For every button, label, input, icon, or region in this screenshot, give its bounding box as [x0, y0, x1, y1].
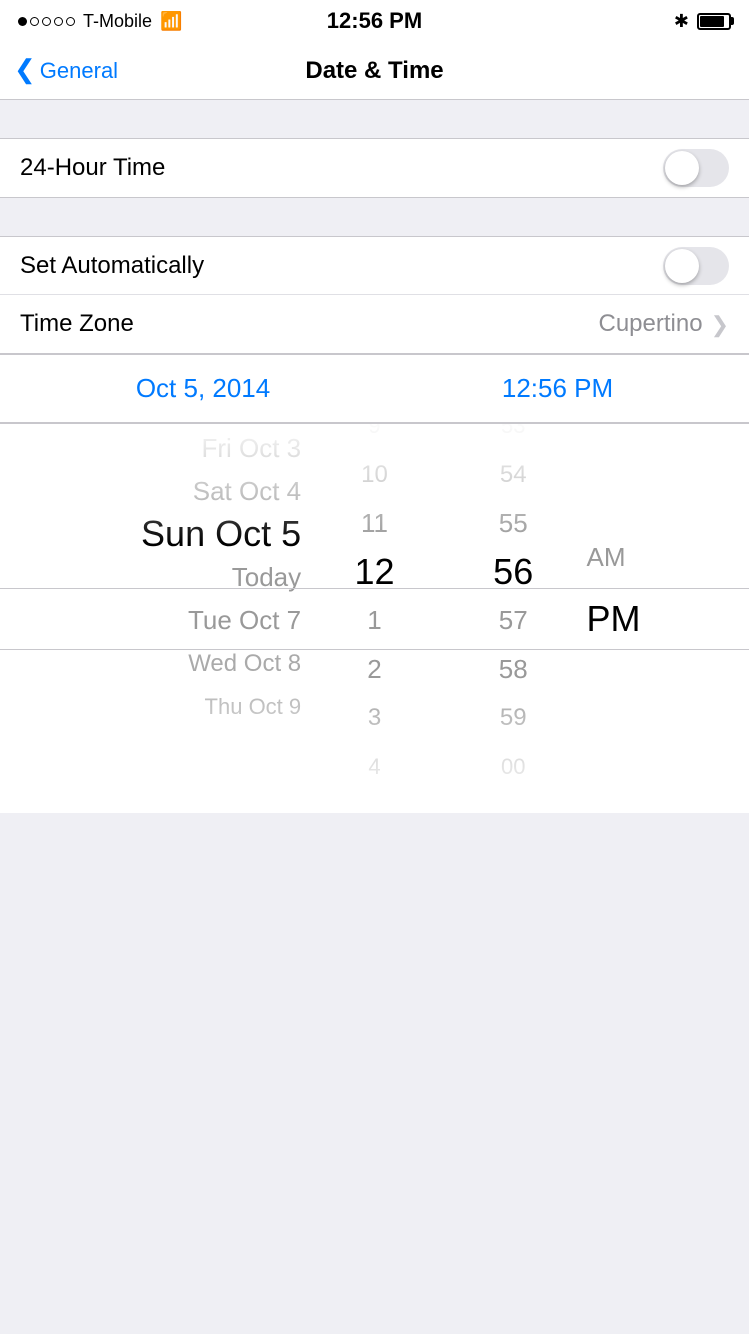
date-time-picker[interactable]: Wed Oct 1Thu Oct 2Fri Oct 3Sat Oct 4Sun …: [0, 423, 749, 813]
picker-item: 59: [444, 694, 583, 743]
signal-dot-5: [66, 17, 75, 26]
picker-item: 57: [444, 597, 583, 646]
picker-minute-column[interactable]: 5354555657585900: [444, 423, 583, 791]
battery-fill: [700, 16, 724, 27]
time-zone-city: Cupertino: [599, 310, 703, 338]
chevron-left-icon: ❮: [14, 54, 36, 85]
bluetooth-icon: ✱: [674, 11, 689, 32]
picker-item: 56: [444, 548, 583, 597]
signal-dot-3: [42, 17, 51, 26]
picker-item: 58: [444, 645, 583, 694]
picker-item: PM: [583, 588, 749, 650]
picker-item: 53: [444, 423, 583, 451]
status-time: 12:56 PM: [327, 8, 422, 34]
set-automatically-toggle[interactable]: [663, 247, 729, 285]
picker-item: Wed Oct 8: [0, 643, 305, 686]
twenty-four-hour-group: 24-Hour Time: [0, 138, 749, 198]
back-label[interactable]: General: [40, 58, 118, 84]
bottom-area: [0, 813, 749, 1013]
picker-item: Sun Oct 5: [0, 513, 305, 556]
back-button[interactable]: ❮ General: [14, 56, 118, 85]
picker-item: AM: [583, 526, 749, 588]
picker-columns: Wed Oct 1Thu Oct 2Fri Oct 3Sat Oct 4Sun …: [0, 424, 749, 813]
picker-item: 00: [444, 742, 583, 791]
time-zone-value: Cupertino ❯: [599, 310, 730, 338]
picker-item: Today: [0, 556, 305, 599]
auto-timezone-group: Set Automatically Time Zone Cupertino ❯: [0, 236, 749, 354]
picker-item: 55: [444, 499, 583, 548]
twenty-four-hour-label: 24-Hour Time: [20, 154, 165, 182]
twenty-four-hour-row: 24-Hour Time: [0, 139, 749, 197]
set-automatically-row: Set Automatically: [0, 237, 749, 295]
battery-icon: [697, 13, 731, 30]
picker-item: Sat Oct 4: [0, 470, 305, 513]
picker-item: 2: [305, 645, 444, 694]
signal-dot-1: [18, 17, 27, 26]
page-title: Date & Time: [305, 57, 443, 85]
picker-item: 3: [305, 694, 444, 743]
set-automatically-label: Set Automatically: [20, 252, 204, 280]
picker-item: Thu Oct 9: [0, 686, 305, 729]
section-gap-2: [0, 198, 749, 236]
picker-item: 12: [305, 548, 444, 597]
signal-dot-4: [54, 17, 63, 26]
picker-item: 4: [305, 742, 444, 791]
chevron-right-icon: ❯: [711, 312, 729, 338]
status-bar: T-Mobile 📶 12:56 PM ✱: [0, 0, 749, 42]
time-zone-label: Time Zone: [20, 310, 134, 338]
picker-item: 9: [305, 423, 444, 451]
picker-item: 10: [305, 451, 444, 500]
picker-ampm-column[interactable]: AMPM: [583, 526, 749, 813]
toggle-knob-auto: [665, 249, 699, 283]
picker-date-column[interactable]: Wed Oct 1Thu Oct 2Fri Oct 3Sat Oct 4Sun …: [0, 423, 305, 729]
picker-item: Fri Oct 3: [0, 426, 305, 469]
time-zone-row[interactable]: Time Zone Cupertino ❯: [0, 295, 749, 353]
picker-item: Tue Oct 7: [0, 599, 305, 642]
section-gap-1: [0, 100, 749, 138]
carrier-label: T-Mobile: [83, 11, 152, 32]
toggle-knob: [665, 151, 699, 185]
current-date: Oct 5, 2014: [136, 373, 270, 404]
status-left: T-Mobile 📶: [18, 11, 182, 32]
picker-item: [583, 650, 749, 712]
wifi-icon: 📶: [160, 11, 182, 32]
picker-item: 54: [444, 451, 583, 500]
picker-hour-column[interactable]: 91011121234: [305, 423, 444, 791]
status-right: ✱: [674, 11, 731, 32]
signal-strength: [18, 17, 75, 26]
picker-item: 11: [305, 499, 444, 548]
picker-item: 1: [305, 597, 444, 646]
signal-dot-2: [30, 17, 39, 26]
nav-bar: ❮ General Date & Time: [0, 42, 749, 100]
twenty-four-hour-toggle[interactable]: [663, 149, 729, 187]
datetime-display: Oct 5, 2014 12:56 PM: [0, 354, 749, 423]
current-time: 12:56 PM: [502, 373, 613, 404]
